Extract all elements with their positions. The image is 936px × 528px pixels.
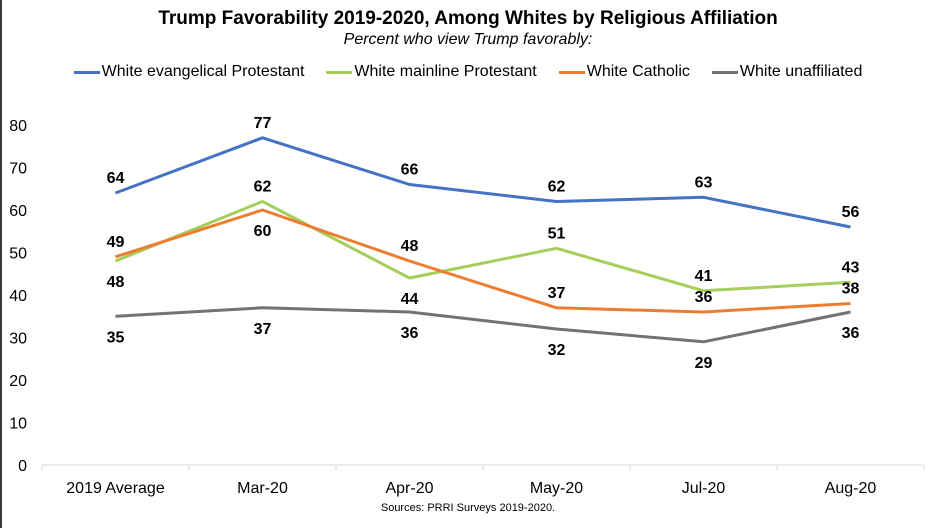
y-tick-label: 0 <box>18 458 27 475</box>
data-label: 36 <box>401 325 419 342</box>
x-tick-label: Jul-20 <box>682 480 726 497</box>
x-tick-label: Mar-20 <box>237 480 288 497</box>
y-tick-label: 20 <box>9 373 27 390</box>
data-label: 62 <box>254 179 272 196</box>
x-tick-label: Aug-20 <box>825 480 877 497</box>
x-tick-label: 2019 Average <box>66 480 165 497</box>
data-label: 77 <box>254 115 272 132</box>
data-label: 37 <box>254 321 272 338</box>
series-line-white-unaffiliated <box>115 306 851 344</box>
data-label: 44 <box>401 291 419 308</box>
x-tick-label: Apr-20 <box>385 480 433 497</box>
x-tick-label: May-20 <box>530 480 583 497</box>
data-label: 56 <box>842 204 860 221</box>
y-tick-label: 50 <box>9 246 27 263</box>
source-note: Sources: PRRI Surveys 2019-2020. <box>380 502 556 514</box>
data-label: 41 <box>695 268 713 285</box>
y-tick-label: 40 <box>9 288 27 305</box>
y-tick-label: 80 <box>9 118 27 135</box>
y-tick-label: 70 <box>9 161 27 178</box>
line-chart: 2019 Average Mar-20 Apr-20 May-20 Jul-20 Aug-… <box>9 115 925 497</box>
data-label: 51 <box>548 225 566 242</box>
data-label: 62 <box>548 179 566 196</box>
data-label: 38 <box>842 281 860 298</box>
y-tick-label: 30 <box>9 331 27 348</box>
data-label: 36 <box>842 325 860 342</box>
data-label: 29 <box>695 355 713 372</box>
series-line-white-evangelical-protestant <box>114 136 851 229</box>
data-label: 63 <box>695 174 713 191</box>
data-label: 49 <box>107 234 125 251</box>
data-label: 35 <box>107 329 125 346</box>
y-tick-label: 60 <box>9 203 27 220</box>
data-label: 36 <box>695 289 713 306</box>
data-label: 32 <box>548 342 566 359</box>
data-label: 60 <box>254 223 272 240</box>
data-label: 64 <box>107 170 125 187</box>
data-label: 37 <box>548 285 566 302</box>
series-line-white-mainline-protestant <box>114 200 851 293</box>
data-label: 43 <box>842 259 860 276</box>
series-line-white-catholic <box>115 208 851 314</box>
data-label: 48 <box>107 274 125 291</box>
y-tick-label: 10 <box>9 416 27 433</box>
data-label: 48 <box>401 238 419 255</box>
data-label: 66 <box>401 162 419 179</box>
